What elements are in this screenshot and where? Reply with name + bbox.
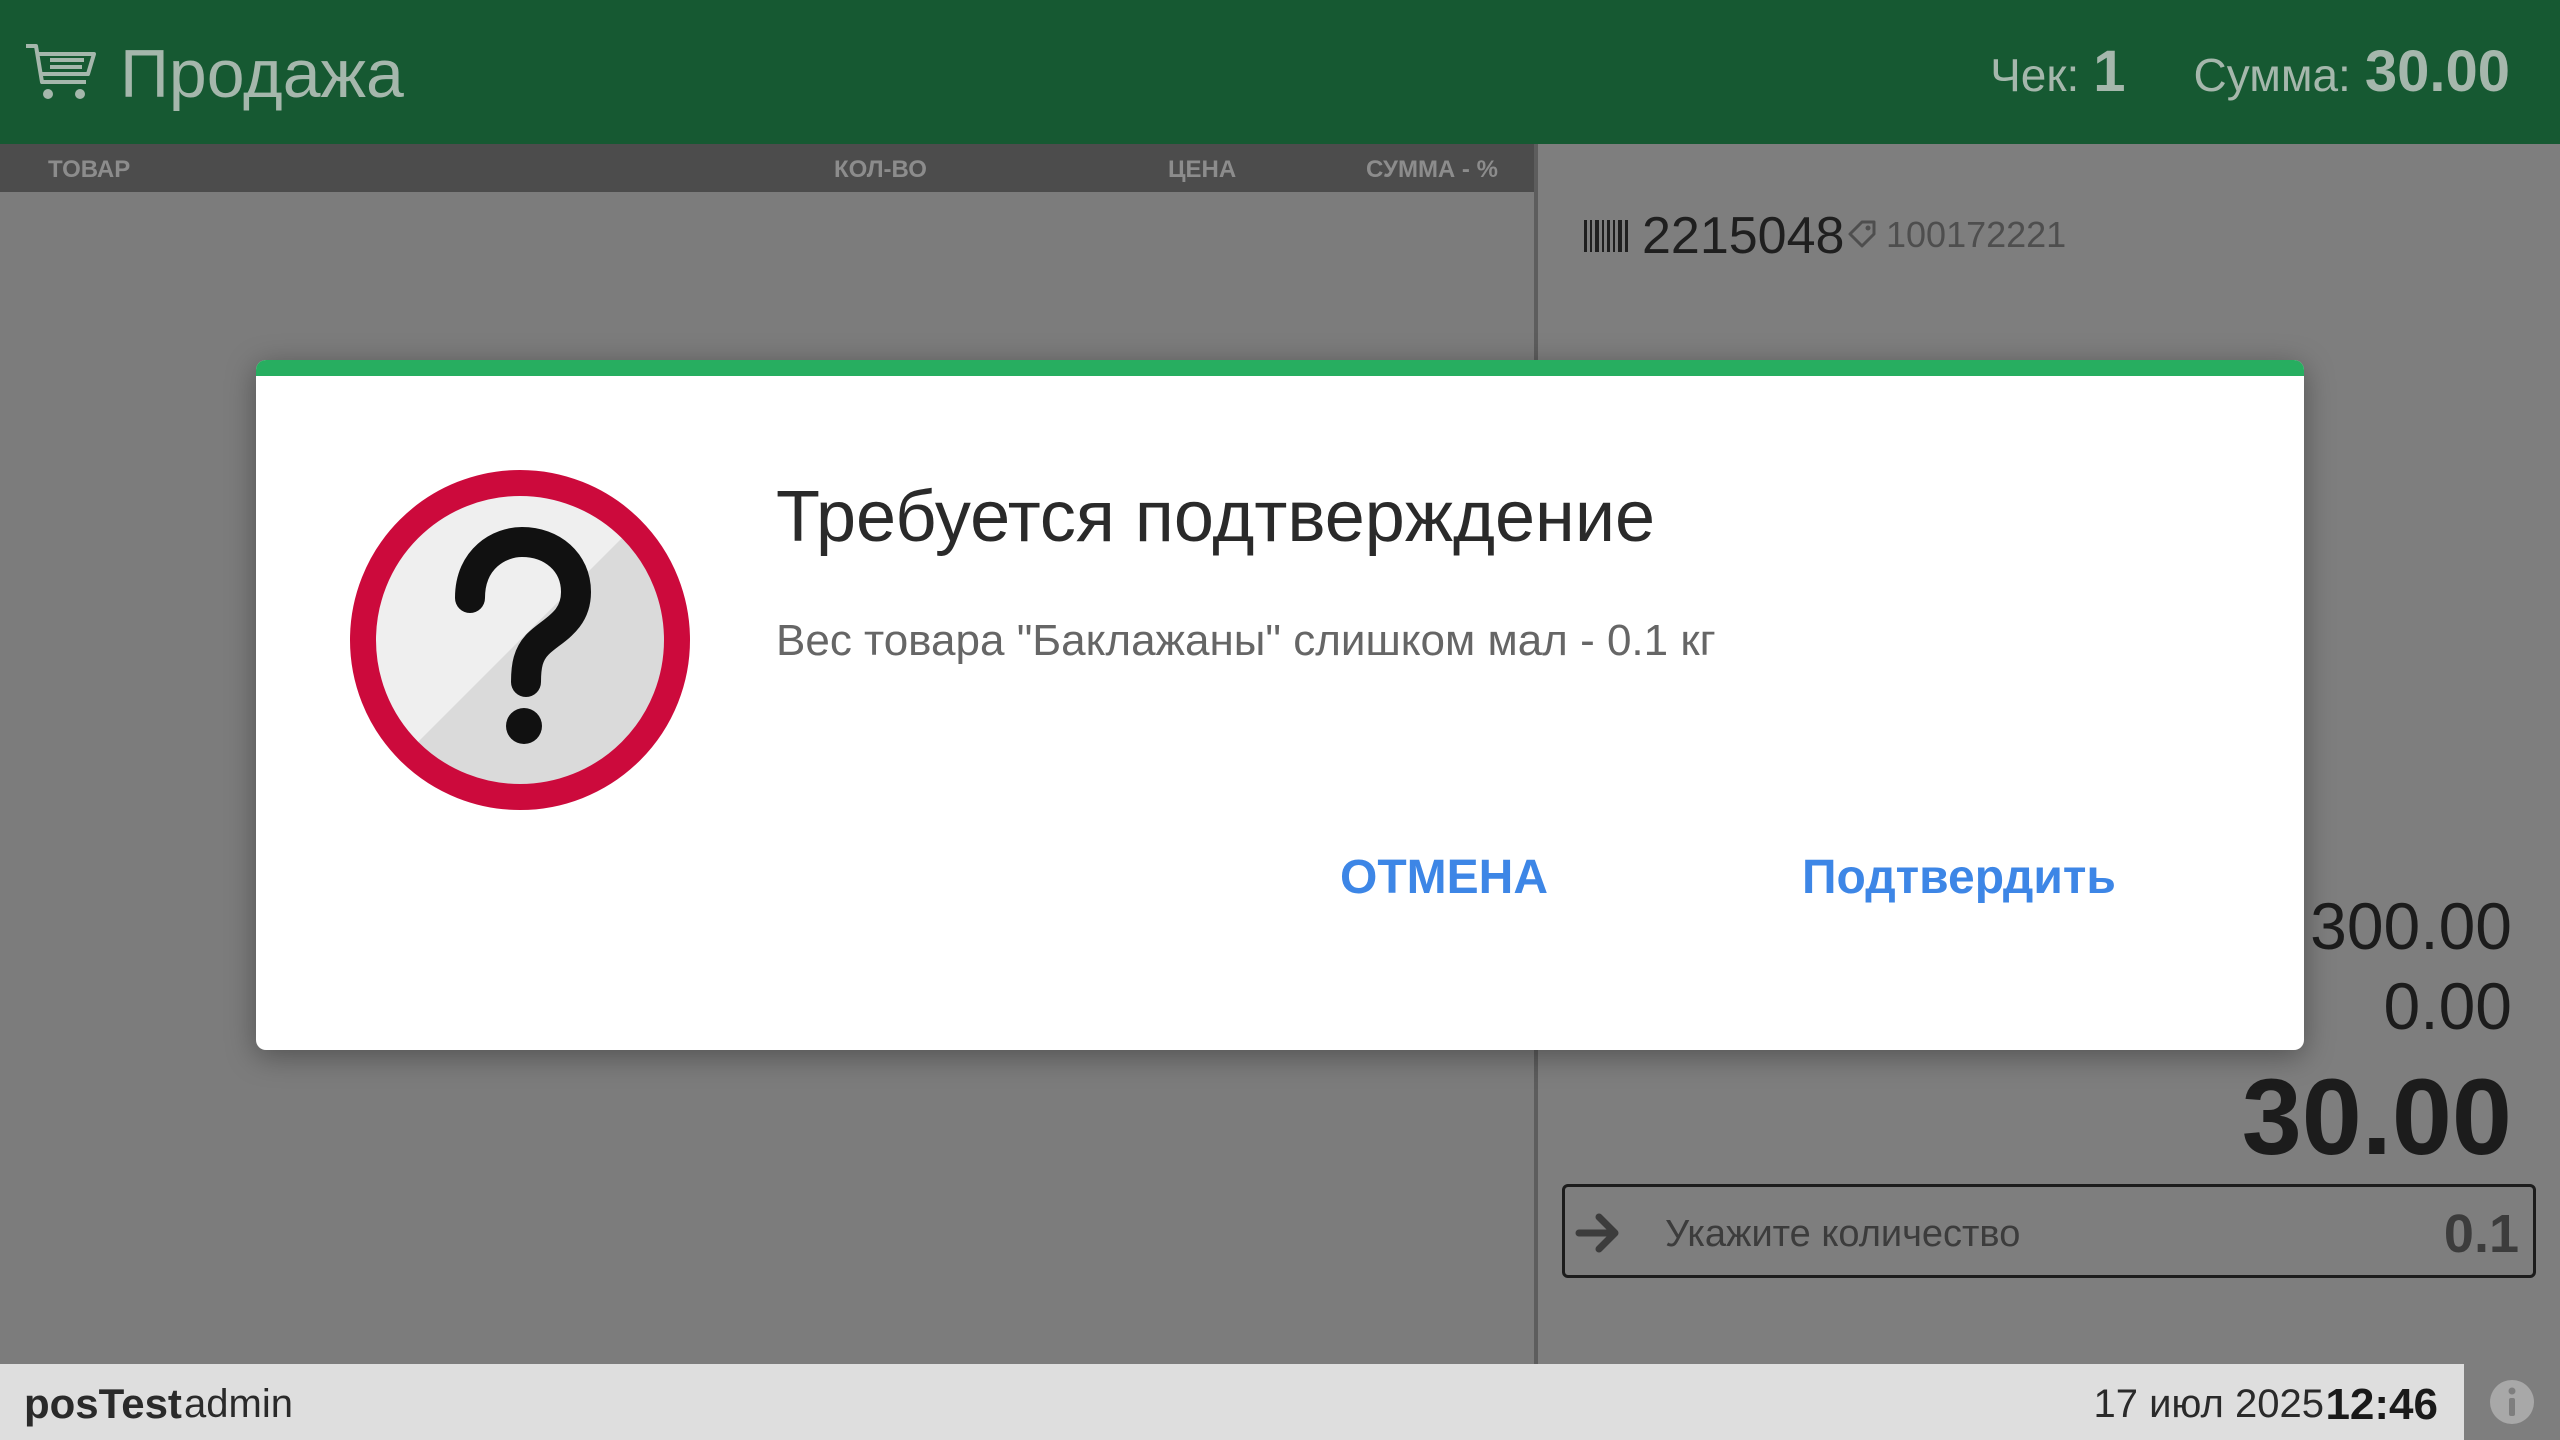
user-name: admin: [184, 1382, 293, 1426]
column-header-sum: СУММА - %: [1366, 156, 1498, 183]
app-header: Продажа Чек: 1 Сумма: 30.00: [0, 0, 2560, 144]
total-line-1: 300.00: [2310, 889, 2512, 963]
current-date: 17 июл 2025: [2093, 1382, 2324, 1426]
quantity-placeholder: Укажите количество: [1665, 1213, 2021, 1255]
column-header-quantity: КОЛ-ВО: [834, 156, 927, 183]
sum-label: Сумма:: [2193, 49, 2351, 101]
total-line-2: 0.00: [2383, 969, 2512, 1043]
info-button[interactable]: [2464, 1364, 2560, 1440]
dialog-accent-bar: [256, 360, 2304, 376]
page-title: Продажа: [120, 36, 404, 112]
confirm-button[interactable]: Подтвердить: [1802, 850, 2116, 905]
quantity-value: 0.1: [2443, 1204, 2519, 1264]
dialog-message: Вес товара "Баклажаны" слишком мал - 0.1…: [776, 616, 1716, 665]
table-header: ТОВАР КОЛ-ВО ЦЕНА СУММА - %: [0, 144, 1534, 192]
sum-value: 30.00: [2364, 39, 2510, 104]
status-bar: posTest admin 17 июл 2025 12:46: [0, 1364, 2464, 1440]
question-icon: [350, 470, 690, 810]
barcode-icon: [1584, 220, 1628, 252]
current-time: 12:46: [2325, 1380, 2438, 1429]
receipt-summary: Чек: 1 Сумма: 30.00: [1990, 38, 2510, 110]
column-header-product: ТОВАР: [48, 156, 131, 183]
column-header-price: ЦЕНА: [1168, 156, 1237, 183]
product-barcode: 2215048: [1642, 207, 1845, 265]
confirmation-dialog: Требуется подтверждение Вес товара "Бакл…: [256, 360, 2304, 1050]
info-icon: [2490, 1380, 2534, 1424]
check-label: Чек:: [1990, 49, 2080, 101]
cart-icon: [26, 44, 96, 99]
cancel-button[interactable]: ОТМЕНА: [1340, 850, 1548, 905]
product-article: 100172221: [1886, 214, 2067, 255]
tag-icon: [1848, 220, 1876, 248]
arrow-right-icon: [1575, 1213, 1619, 1253]
total-amount: 30.00: [2241, 1056, 2512, 1177]
pos-name: posTest: [24, 1380, 182, 1427]
check-number: 1: [2093, 39, 2126, 104]
quantity-input[interactable]: Укажите количество 0.1: [1562, 1184, 2536, 1278]
dialog-title: Требуется подтверждение: [776, 477, 1656, 557]
